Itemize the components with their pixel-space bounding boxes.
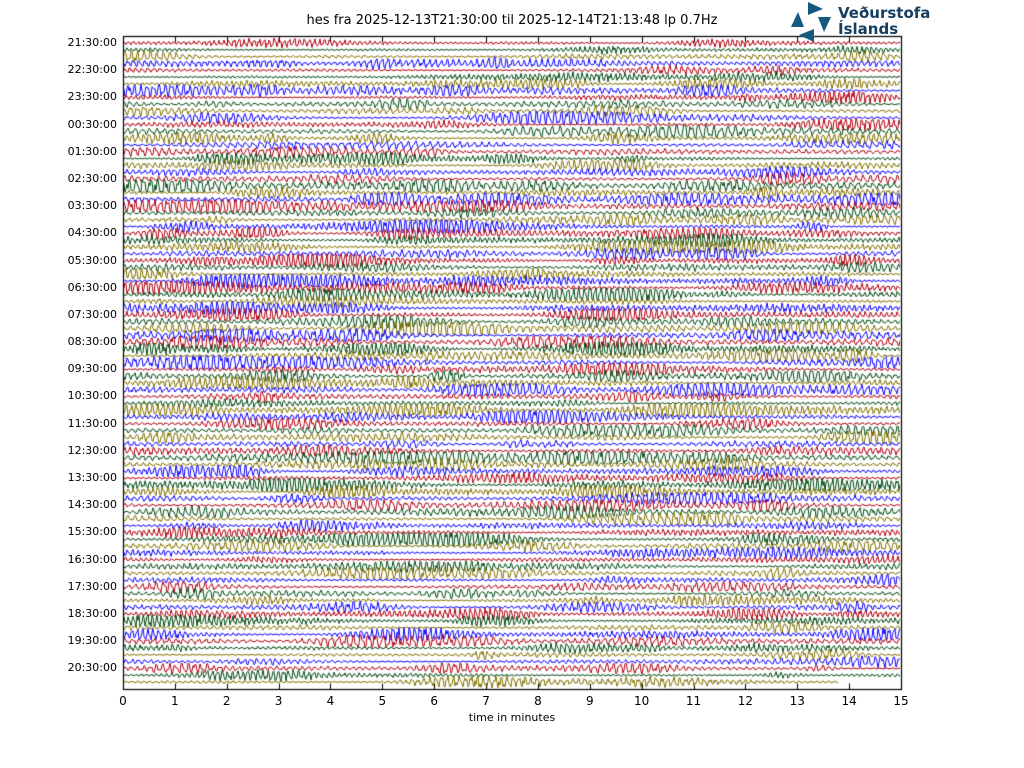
y-axis-label: 07:30:00 (67, 307, 117, 321)
x-axis-tick-label: 1 (171, 694, 179, 708)
pinwheel-logo-icon (791, 2, 831, 42)
x-axis-tick-label: 12 (737, 694, 754, 708)
y-axis-label: 09:30:00 (67, 362, 117, 376)
x-axis-tick-label: 2 (222, 694, 231, 708)
seismogram-canvas (0, 0, 1024, 768)
y-axis-label: 18:30:00 (67, 607, 117, 621)
y-axis-label: 21:30:00 (67, 36, 117, 49)
y-axis-label: 16:30:00 (67, 552, 117, 566)
y-axis-label: 06:30:00 (67, 280, 117, 294)
y-axis-label: 01:30:00 (67, 144, 117, 158)
y-axis-label: 22:30:00 (67, 63, 117, 77)
x-axis-tick-label: 11 (685, 694, 702, 708)
x-axis-tick-label: 0 (119, 694, 127, 708)
x-axis-tick-label: 15 (893, 694, 909, 708)
y-axis-label: 13:30:00 (67, 471, 117, 485)
y-axis-label: 20:30:00 (67, 661, 117, 675)
logo-line2: Íslands (838, 20, 899, 38)
y-axis-label: 04:30:00 (67, 226, 117, 240)
x-axis-tick-label: 14 (841, 694, 857, 708)
x-axis-tick-label: 5 (378, 694, 387, 708)
x-axis-tick-label: 3 (274, 694, 283, 708)
vedurstofa-logo: Veðurstofa Íslands (789, 1, 930, 43)
x-axis-tick-label: 9 (585, 694, 594, 708)
y-axis-label: 10:30:00 (67, 389, 117, 403)
y-axis-label: 05:30:00 (67, 253, 117, 267)
y-axis-label: 23:30:00 (67, 90, 117, 104)
x-axis-tick-label: 6 (430, 694, 438, 708)
x-axis-tick-label: 7 (482, 694, 490, 708)
y-axis-label: 19:30:00 (67, 634, 117, 648)
helicorder-page: hes fra 2025-12-13T21:30:00 til 2025-12-… (0, 0, 1024, 768)
x-axis-tick-label: 4 (326, 694, 335, 708)
x-axis-tick-label: 13 (789, 694, 805, 708)
y-axis-label: 17:30:00 (67, 579, 117, 593)
y-axis-label: 03:30:00 (67, 199, 117, 213)
y-axis-label: 14:30:00 (67, 498, 117, 512)
x-axis-tick-label: 10 (634, 694, 650, 708)
y-axis-label: 11:30:00 (67, 416, 117, 430)
y-axis-label: 12:30:00 (67, 443, 117, 457)
x-axis-tick-label: 8 (534, 694, 542, 708)
y-axis-label: 15:30:00 (67, 525, 117, 539)
x-axis-title: time in minutes (468, 711, 556, 724)
y-axis-label: 00:30:00 (67, 117, 117, 131)
y-axis-label: 08:30:00 (67, 335, 117, 349)
logo-line1: Veðurstofa (838, 4, 931, 22)
y-axis-label: 02:30:00 (67, 171, 117, 185)
